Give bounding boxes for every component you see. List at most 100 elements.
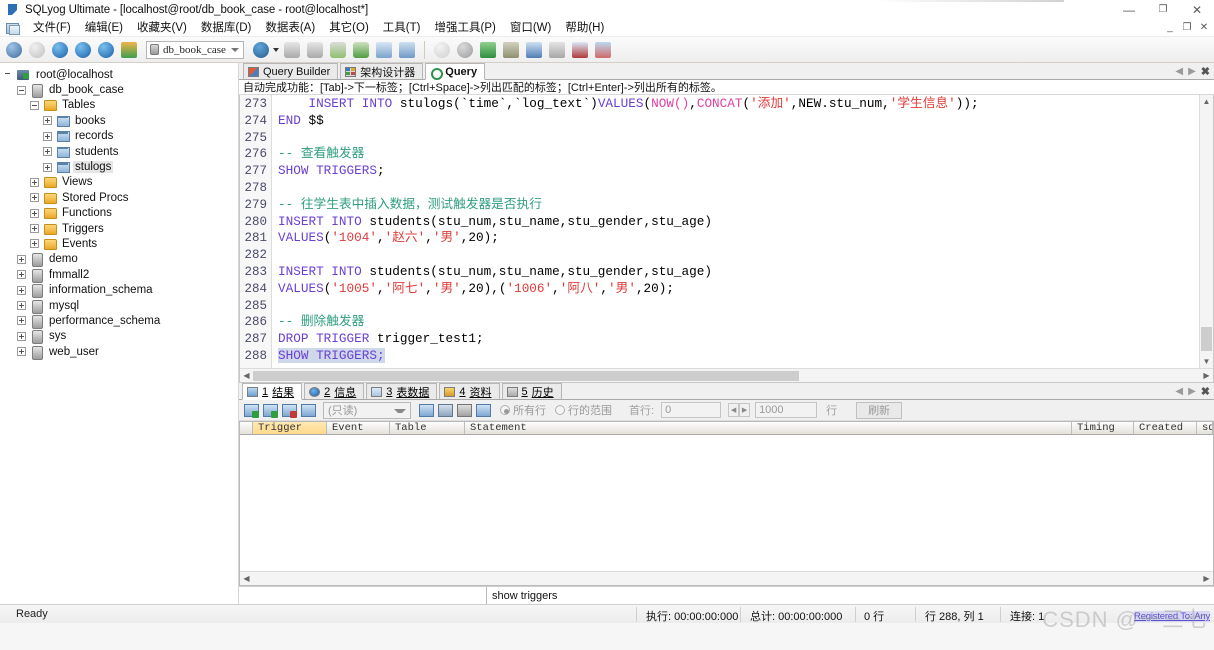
tab-scroll-right-icon[interactable]: ▶ (1188, 386, 1196, 397)
migration-icon[interactable] (524, 40, 544, 60)
result-tab-资料[interactable]: 4 资料 (439, 383, 500, 399)
menu-powertools[interactable]: 增强工具(P) (427, 18, 502, 37)
tree-item-views[interactable]: Views (0, 175, 238, 190)
code-line[interactable] (278, 180, 1213, 197)
expand-icon[interactable] (17, 254, 26, 264)
tab-close-icon[interactable]: ✖ (1201, 65, 1210, 78)
user-manager-dropdown-icon[interactable] (273, 47, 279, 52)
result-grid-hscrollbar[interactable]: ◀ ▶ (240, 571, 1213, 585)
object-browser[interactable]: root@localhost db_book_case Tables books rec… (0, 63, 239, 604)
execute-query-icon[interactable] (50, 40, 70, 60)
result-tab-结果[interactable]: 1 结果 (242, 383, 303, 400)
result-tab-历史[interactable]: 5 历史 (501, 383, 562, 399)
menu-tools[interactable]: 工具(T) (376, 18, 428, 37)
table-data-icon[interactable] (374, 40, 394, 60)
tree-item-events[interactable]: Events (0, 236, 238, 251)
collapse-icon[interactable] (30, 100, 39, 110)
scroll-right-icon[interactable]: ▶ (1200, 572, 1213, 585)
flush-icon[interactable] (593, 40, 613, 60)
code-line[interactable] (278, 130, 1213, 147)
row-limit-input[interactable]: 1000 (755, 402, 818, 418)
result-tab-信息[interactable]: 2 信息 (304, 383, 365, 399)
export-icon[interactable] (418, 402, 434, 418)
code-line[interactable]: SHOW TRIGGERS; (278, 163, 1213, 180)
horizontal-scroll-track[interactable] (253, 370, 1200, 382)
scroll-right-icon[interactable]: ▶ (1200, 369, 1213, 382)
tab-close-icon[interactable]: ✖ (1201, 385, 1210, 398)
restore-database-icon[interactable] (305, 40, 325, 60)
maximize-button[interactable]: ❐ (1146, 0, 1180, 19)
expand-icon[interactable] (17, 301, 26, 311)
scroll-down-icon[interactable]: ▼ (1200, 355, 1213, 368)
editor-vertical-scrollbar[interactable]: ▲ ▼ (1199, 95, 1213, 368)
user-manager-icon[interactable] (251, 40, 271, 60)
editor-horizontal-scrollbar[interactable]: ◀ ▶ (240, 368, 1213, 382)
export-data-icon[interactable] (351, 40, 371, 60)
delete-row-icon[interactable] (456, 402, 472, 418)
menu-others[interactable]: 其它(O) (322, 18, 376, 37)
expand-icon[interactable] (17, 331, 26, 341)
column-header-statement[interactable]: Statement (465, 422, 1072, 434)
backup-database-icon[interactable] (282, 40, 302, 60)
code-line[interactable]: VALUES('1004','赵六','男',20); (278, 230, 1213, 247)
tree-item-books[interactable]: books (0, 113, 238, 128)
code-line[interactable]: -- 往学生表中插入数据，测试触发器是否执行 (278, 197, 1213, 214)
menu-database[interactable]: 数据库(D) (194, 18, 258, 37)
vertical-scroll-thumb[interactable] (1201, 327, 1212, 351)
scroll-up-icon[interactable]: ▲ (1200, 95, 1213, 108)
code-line[interactable]: DROP TRIGGER trigger_test1; (278, 331, 1213, 348)
close-button[interactable]: ✕ (1180, 0, 1214, 19)
new-connection-icon[interactable] (4, 40, 24, 60)
expand-icon[interactable] (43, 162, 52, 172)
expand-icon[interactable] (17, 285, 26, 295)
column-header-trigger[interactable]: Trigger (253, 422, 327, 434)
collapse-icon[interactable] (17, 85, 26, 95)
sql-code-area[interactable]: INSERT INTO stulogs(`time`,`log_text`)VA… (272, 95, 1213, 382)
horizontal-scroll-thumb[interactable] (253, 370, 799, 381)
column-header-table[interactable]: Table (390, 422, 465, 434)
code-line[interactable]: VALUES('1005','阿七','男',20),('1006','阿八',… (278, 281, 1213, 298)
execute-all-queries-icon[interactable] (73, 40, 93, 60)
tree-item-tables[interactable]: Tables (0, 98, 238, 113)
minimize-button[interactable]: — (1112, 0, 1146, 19)
code-line[interactable]: SHOW TRIGGERS; (278, 347, 1213, 365)
code-line[interactable]: -- 删除触发器 (278, 314, 1213, 331)
stepper-prev-icon[interactable]: ◀ (728, 403, 740, 417)
tree-item-functions[interactable]: Functions (0, 206, 238, 221)
expand-icon[interactable] (17, 270, 26, 280)
tab-query[interactable]: Query (425, 63, 486, 80)
expand-icon[interactable] (43, 147, 52, 157)
scroll-left-icon[interactable]: ◀ (240, 369, 253, 382)
expand-icon[interactable] (43, 116, 52, 126)
radio-all-rows[interactable]: 所有行 (500, 402, 546, 418)
execute-current-query-icon[interactable] (96, 40, 116, 60)
scroll-left-icon[interactable]: ◀ (240, 572, 253, 585)
scheduled-backup-icon[interactable] (501, 40, 521, 60)
database-selector[interactable]: db_book_case (146, 40, 244, 59)
new-query-tab-icon[interactable] (27, 40, 47, 60)
tab-schema-designer[interactable]: 架构设计器 (340, 63, 424, 79)
menu-table[interactable]: 数据表(A) (258, 18, 322, 37)
expand-icon[interactable] (30, 177, 39, 187)
result-grid-body[interactable] (240, 435, 1213, 571)
expand-icon[interactable] (17, 347, 26, 357)
tree-item-stored-procs[interactable]: Stored Procs (0, 190, 238, 205)
save-row-icon[interactable] (281, 402, 297, 418)
code-line[interactable]: INSERT INTO students(stu_num,stu_name,st… (278, 264, 1213, 281)
refresh-button[interactable]: 刷新 (856, 401, 903, 419)
code-line[interactable]: INSERT INTO stulogs(`time`,`log_text`)VA… (278, 96, 1213, 113)
expand-icon[interactable] (30, 193, 39, 203)
tree-item-web-user[interactable]: web_user (0, 344, 238, 360)
expand-icon[interactable] (30, 208, 39, 218)
stepper-next-icon[interactable]: ▶ (739, 403, 751, 417)
result-tab-表数据[interactable]: 3 表数据 (366, 383, 438, 399)
tree-item-mysql[interactable]: mysql (0, 298, 238, 314)
database-sync-icon[interactable] (478, 40, 498, 60)
tree-item-triggers[interactable]: Triggers (0, 221, 238, 236)
row-stepper[interactable]: ◀ ▶ (728, 403, 751, 417)
mdi-minimize-button[interactable]: _ (1162, 20, 1178, 35)
expand-icon[interactable] (30, 224, 39, 234)
menu-favorites[interactable]: 收藏夹(V) (130, 18, 194, 37)
code-line[interactable]: END $$ (278, 113, 1213, 130)
tree-item-stulogs[interactable]: stulogs (0, 159, 238, 174)
